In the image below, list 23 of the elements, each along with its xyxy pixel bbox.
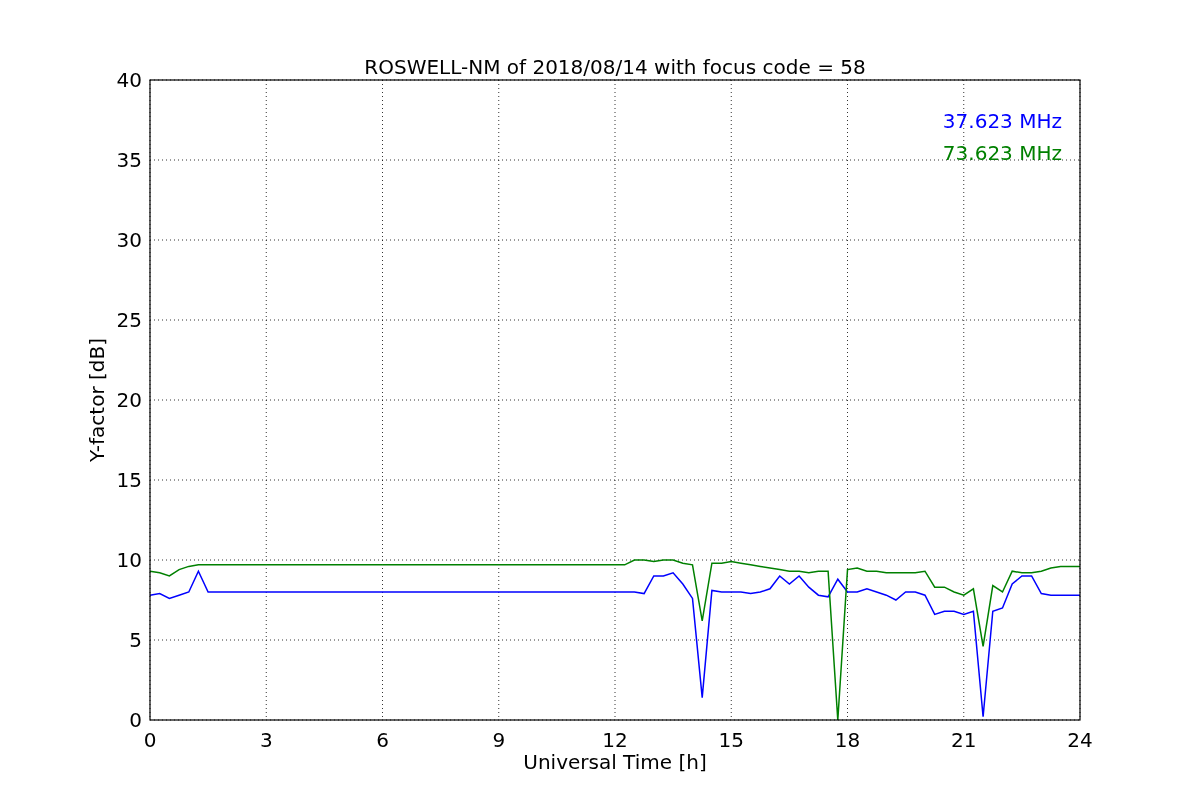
y-tick-label: 25 xyxy=(116,308,142,332)
x-tick-label: 15 xyxy=(718,728,744,752)
y-tick-label: 5 xyxy=(129,628,142,652)
x-tick-label: 21 xyxy=(951,728,977,752)
y-tick-label: 15 xyxy=(116,468,142,492)
legend-label: 37.623 MHz xyxy=(942,109,1062,133)
x-tick-label: 0 xyxy=(143,728,157,752)
y-tick-label: 10 xyxy=(116,548,142,572)
x-tick-label: 12 xyxy=(602,728,628,752)
y-tick-label: 30 xyxy=(116,228,142,252)
x-tick-label: 6 xyxy=(376,728,389,752)
x-axis-label: Universal Time [h] xyxy=(523,750,707,774)
x-tick-label: 3 xyxy=(259,728,273,752)
y-axis-label: Y-factor [dB] xyxy=(85,338,109,462)
x-tick-label: 24 xyxy=(1067,728,1093,752)
y-tick-label: 0 xyxy=(129,708,142,732)
legend-label: 73.623 MHz xyxy=(942,141,1062,165)
y-tick-label: 40 xyxy=(116,68,142,92)
chart-title: ROSWELL-NM of 2018/08/14 with focus code = 58 xyxy=(364,55,866,79)
x-tick-label: 18 xyxy=(834,728,861,752)
y-tick-label: 35 xyxy=(116,148,142,172)
y-tick-label: 20 xyxy=(116,388,142,412)
x-tick-label: 9 xyxy=(492,728,506,752)
